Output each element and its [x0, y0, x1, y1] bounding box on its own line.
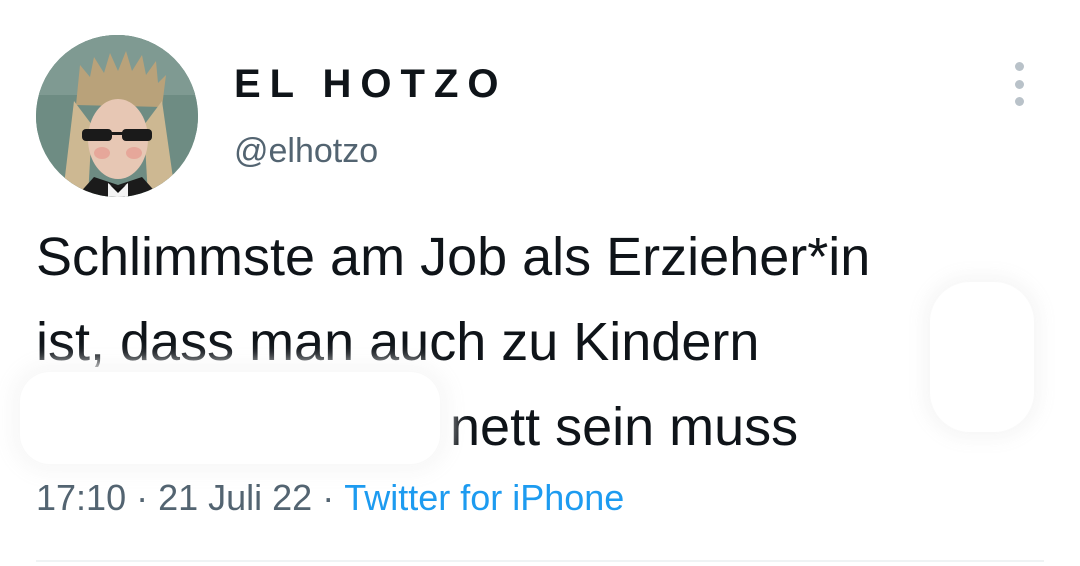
more-dot	[1014, 97, 1024, 106]
tweet-text-line: Schlimmste am Job als Erzieher*in	[36, 227, 871, 287]
divider	[36, 560, 1044, 562]
tweet-card: EL HOTZO @elhotzo Schlimmste am Job als …	[0, 0, 1080, 566]
avatar-photo	[36, 35, 198, 197]
more-dot	[1014, 62, 1024, 71]
tweet-date[interactable]: 21 Juli 22	[158, 477, 312, 518]
meta-separator: ·	[322, 477, 335, 518]
tweet-source-link[interactable]: Twitter for iPhone	[344, 477, 624, 518]
redaction-patch	[930, 282, 1034, 432]
tweet-time[interactable]: 17:10	[36, 477, 126, 518]
more-options-icon[interactable]	[1004, 62, 1034, 106]
redaction-patch	[20, 372, 440, 464]
more-dot	[1014, 79, 1024, 89]
author-display-name[interactable]: EL HOTZO	[234, 60, 507, 108]
meta-separator: ·	[136, 477, 149, 518]
tweet-meta: 17:10 · 21 Juli 22 · Twitter for iPhone	[36, 475, 624, 521]
author-avatar[interactable]	[36, 35, 198, 197]
author-handle[interactable]: @elhotzo	[234, 130, 378, 172]
